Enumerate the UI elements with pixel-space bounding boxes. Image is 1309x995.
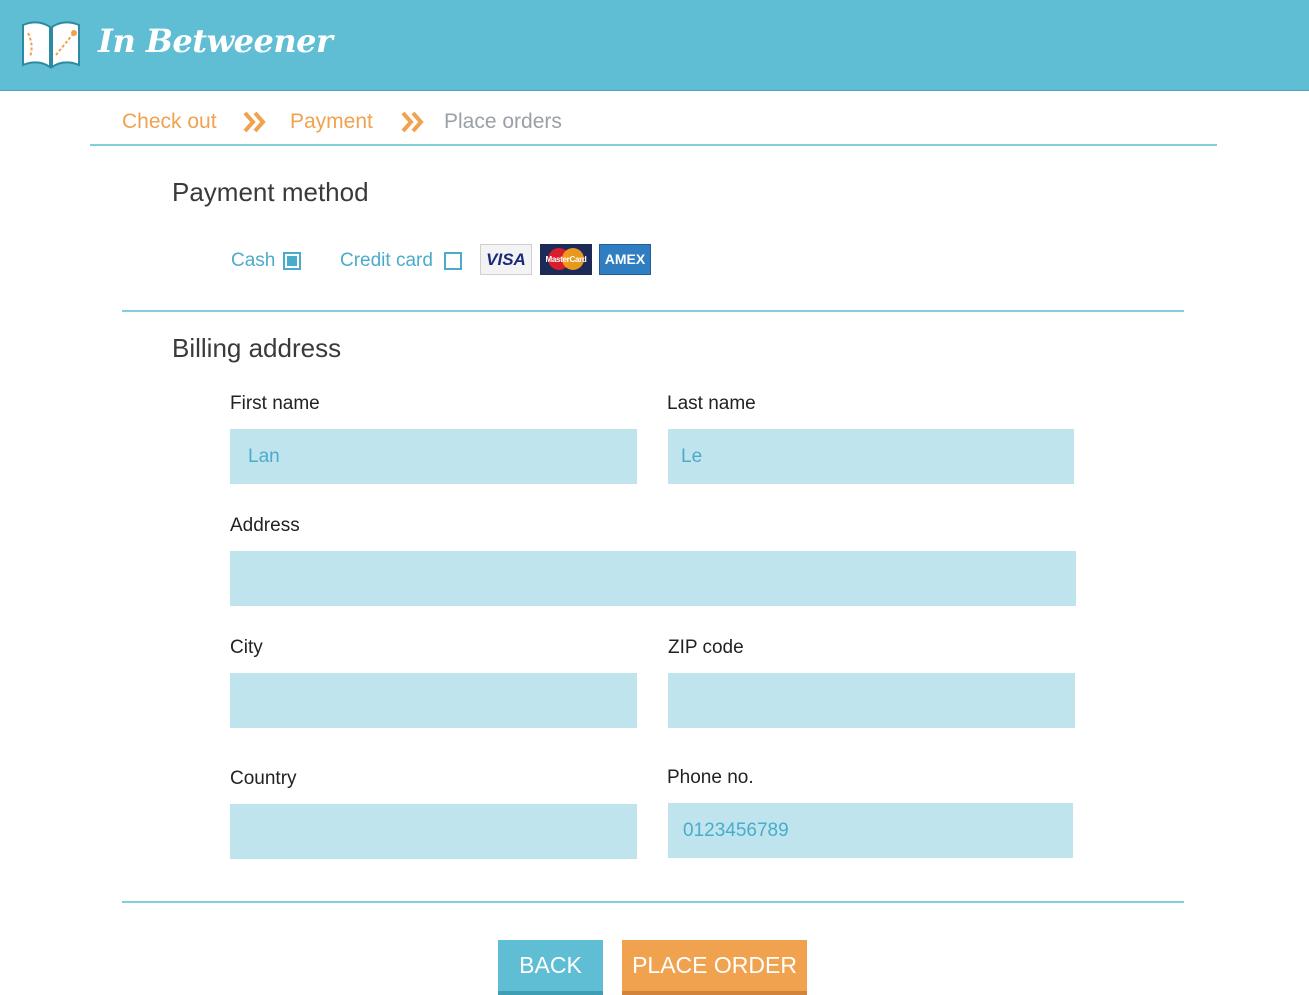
address-label: Address xyxy=(230,515,300,536)
double-chevron-right-icon xyxy=(401,111,424,133)
country-input[interactable] xyxy=(230,804,637,859)
book-logo-icon xyxy=(22,21,80,69)
first-name-input[interactable] xyxy=(230,429,637,484)
city-label: City xyxy=(230,637,263,658)
phone-label: Phone no. xyxy=(667,767,754,788)
cash-label[interactable]: Cash xyxy=(231,250,275,272)
visa-card-icon: VISA xyxy=(480,244,532,275)
zip-code-label: ZIP code xyxy=(668,637,744,658)
breadcrumb-step-payment[interactable]: Payment xyxy=(290,110,373,134)
brand-name: In Betweener xyxy=(98,22,333,60)
phone-input[interactable] xyxy=(668,803,1073,858)
country-label: Country xyxy=(230,768,297,789)
breadcrumb-step-checkout[interactable]: Check out xyxy=(122,110,217,134)
app-header: In Betweener xyxy=(0,0,1309,91)
section-divider xyxy=(122,310,1184,312)
credit-card-checkbox[interactable] xyxy=(444,252,462,270)
place-order-button[interactable]: PLACE ORDER xyxy=(622,940,807,995)
actions-divider xyxy=(122,901,1184,903)
double-chevron-right-icon xyxy=(243,111,266,133)
first-name-label: First name xyxy=(230,393,320,414)
city-input[interactable] xyxy=(230,673,637,728)
amex-card-icon: AMEX xyxy=(599,244,651,275)
cash-checkbox[interactable] xyxy=(283,252,301,270)
back-button[interactable]: BACK xyxy=(498,940,603,995)
payment-method-title: Payment method xyxy=(172,177,369,207)
billing-address-title: Billing address xyxy=(172,333,342,363)
breadcrumb-divider xyxy=(90,144,1217,146)
mastercard-card-icon: MasterCard xyxy=(540,244,592,275)
last-name-input[interactable] xyxy=(668,429,1074,484)
zip-code-input[interactable] xyxy=(668,673,1075,728)
address-input[interactable] xyxy=(230,551,1076,606)
last-name-label: Last name xyxy=(667,393,756,414)
breadcrumb-step-place-orders: Place orders xyxy=(444,110,562,133)
credit-card-label[interactable]: Credit card xyxy=(340,250,433,272)
